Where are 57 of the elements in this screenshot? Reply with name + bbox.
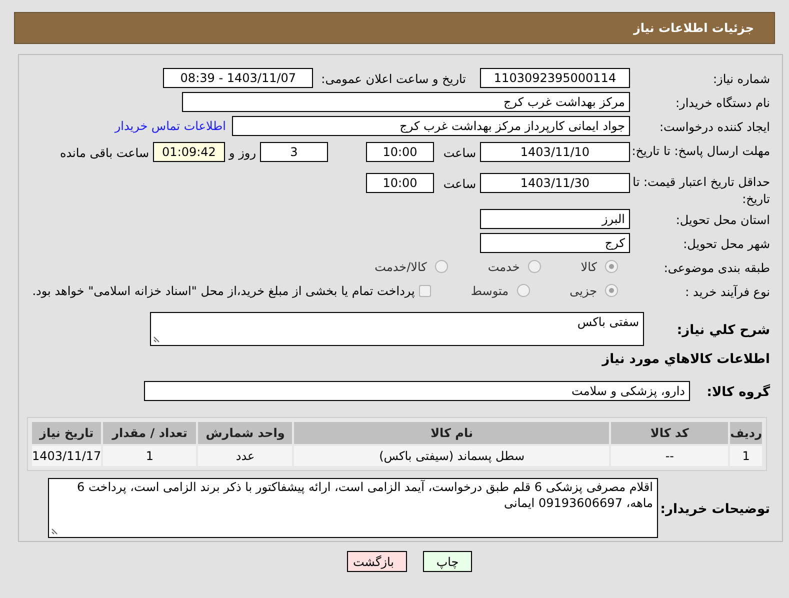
column-header: واحد شمارش xyxy=(197,420,294,445)
field-label: ساعت xyxy=(443,146,476,160)
need-number-field: 1103092395000114 xyxy=(480,68,630,88)
column-header: کد کالا xyxy=(610,420,730,445)
province-field: البرز xyxy=(480,208,630,229)
reply-date-field: 1403/11/10 xyxy=(480,142,630,162)
section-heading: اطلاعات کالاهاي مورد نیاز xyxy=(602,350,770,369)
field-label: ساعت باقی مانده xyxy=(60,146,149,160)
field-label: گروه کالا: xyxy=(706,385,770,400)
remaining-time-field: 01:09:42 xyxy=(153,142,225,162)
radio-label: متوسط xyxy=(470,282,509,300)
field-label: استان محل تحویل: xyxy=(676,212,770,227)
field-label: تاریخ و ساعت اعلان عمومی: xyxy=(321,72,466,86)
column-header: تعداد / مقدار xyxy=(102,420,198,445)
field-label: طبقه بندی موضوعی: xyxy=(664,260,770,275)
table-cell: 1 xyxy=(102,444,198,467)
field-label: شرح کلي نیاز: xyxy=(676,323,770,338)
table-cell: سطل پسماند (سیفتی باکس) xyxy=(293,444,610,467)
column-header: ردیف xyxy=(729,420,763,445)
days-field: 3 xyxy=(260,142,328,162)
radio-label: کالا xyxy=(580,258,597,276)
column-header: نام کالا xyxy=(293,420,610,445)
resize-grip-icon xyxy=(51,526,59,535)
field-label: شهر محل تحویل: xyxy=(683,236,770,251)
field-label: توضیحات خریدار: xyxy=(660,502,770,517)
table-cell: 1403/11/17 xyxy=(31,444,102,467)
description-textarea[interactable]: سفتی باکس xyxy=(150,312,644,346)
table-cell: عدد xyxy=(197,444,294,467)
goods-group-field: دارو، پزشکی و سلامت xyxy=(144,381,690,402)
city-field: کرج xyxy=(480,232,630,253)
field-label: ساعت xyxy=(443,176,476,191)
validity-time-field: 10:00 xyxy=(366,172,434,193)
radio-label: کالا/خدمت xyxy=(374,258,427,276)
reply-time-field: 10:00 xyxy=(366,142,434,162)
checkbox-label: پرداخت تمام یا بخشی از مبلغ خرید،از محل "اسناد خزانه اسلامی" خواهد بود. xyxy=(32,282,415,300)
announce-date-field: 1403/11/07 - 08:39 xyxy=(163,68,314,88)
creator-field: جواد ایمانی کارپرداز مرکز بهداشت غرب کرج xyxy=(232,116,630,136)
table-cell: 1 xyxy=(729,444,763,467)
buyer-contact-link[interactable]: اطلاعات تماس خریدار xyxy=(114,117,226,135)
field-label: نام دستگاه خریدار: xyxy=(676,96,770,110)
buyer-notes-textarea[interactable]: اقلام مصرفی پزشکی 6 قلم طبق درخواست، آیمد الزامی است، ارائه پیشفاکتور با ذکر برند الزامی است، پرداخت 6 ماهه، 09193606697 ایمانی xyxy=(48,478,658,538)
radio-label: خدمت xyxy=(488,258,520,276)
validity-date-field: 1403/11/30 xyxy=(480,172,630,193)
back-button[interactable]: بازگشت xyxy=(347,551,407,572)
print-button[interactable]: چاپ xyxy=(423,551,472,572)
table-cell: -- xyxy=(610,444,730,467)
radio-label: جزیی xyxy=(570,282,597,300)
field-label: روز و xyxy=(229,146,256,160)
buyer-org-field: مرکز بهداشت غرب کرج xyxy=(182,92,630,112)
column-header: تاریخ نیاز xyxy=(31,420,102,445)
header-title: جزئیات اطلاعات نیاز xyxy=(633,20,754,37)
field-label: شماره نیاز: xyxy=(713,72,770,86)
resize-grip-icon xyxy=(153,335,161,344)
field-label: حداقل تاریخ اعتبار قیمت: تا تاریخ: xyxy=(632,174,770,206)
field-label: ایجاد کننده درخواست: xyxy=(659,120,770,134)
field-label: نوع فرآیند خرید : xyxy=(685,284,770,299)
field-label: مهلت ارسال پاسخ: تا تاریخ: xyxy=(632,144,770,158)
